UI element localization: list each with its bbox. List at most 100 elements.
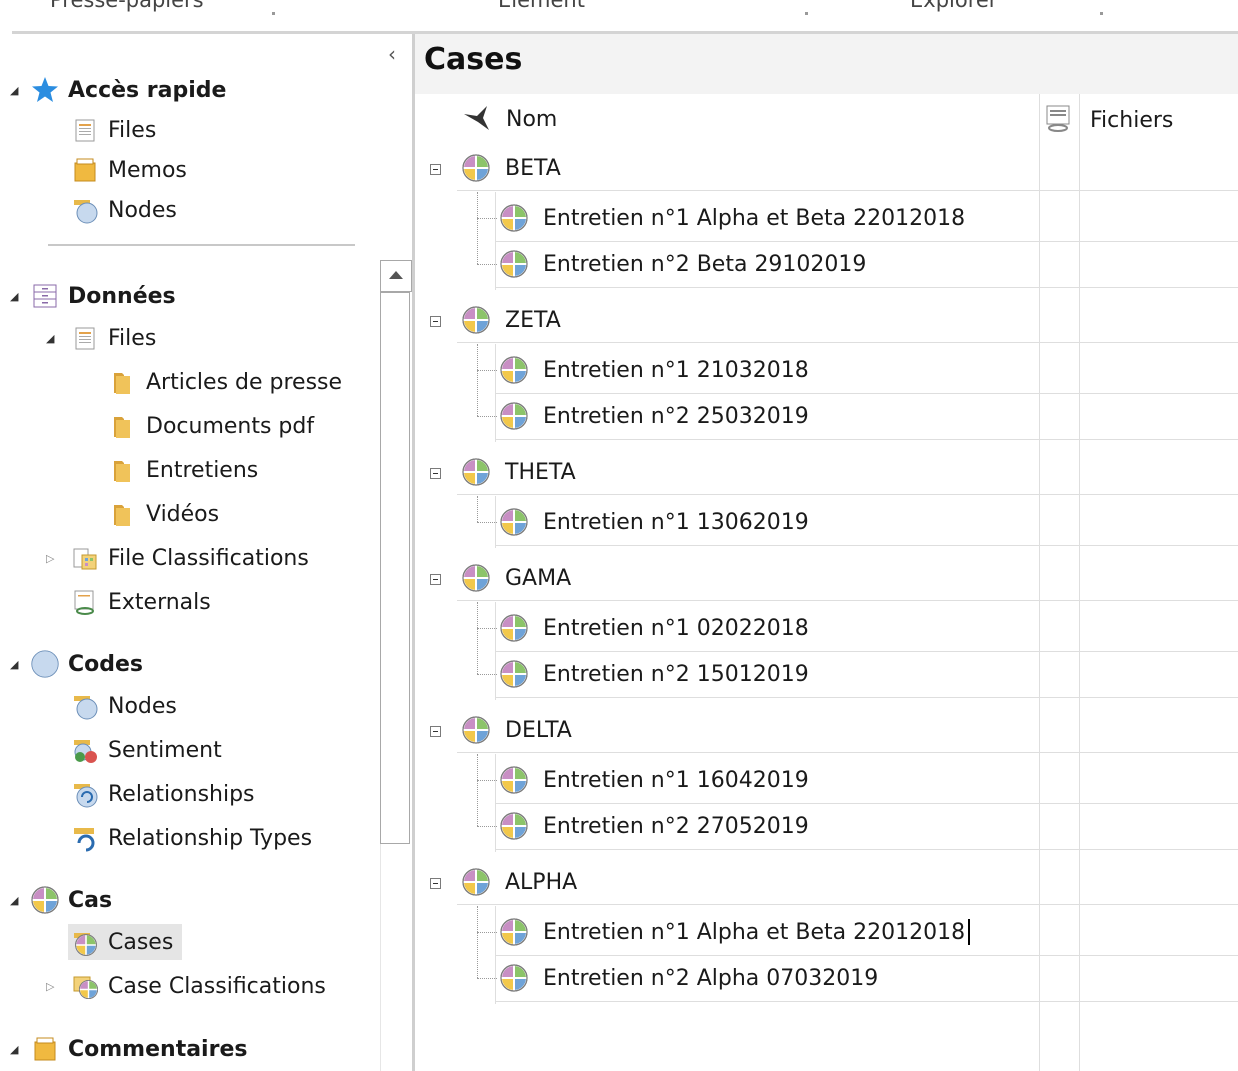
- child-case-row[interactable]: Entretien n°2 Alpha 07032019: [499, 958, 878, 998]
- collapse-toggle-icon[interactable]: [430, 726, 441, 737]
- nav-section-label: Cas: [68, 887, 113, 913]
- case-row[interactable]: ALPHA: [461, 862, 577, 902]
- child-case-row[interactable]: Entretien n°2 Beta 29102019: [499, 244, 866, 284]
- tree-connector: [477, 496, 478, 522]
- externals-icon: [70, 587, 100, 617]
- collapse-pane-button[interactable]: ‹: [388, 42, 396, 66]
- ribbon-group-item: Élément: [498, 0, 585, 12]
- file-classifications-icon: [70, 543, 100, 573]
- case-icon: [499, 811, 529, 841]
- case-icon: [499, 203, 529, 233]
- case-row[interactable]: THETA: [461, 452, 576, 492]
- nav-item-externals[interactable]: Externals: [70, 584, 211, 620]
- nav-item-label: Files: [108, 325, 157, 351]
- column-header-name[interactable]: Nom: [461, 102, 557, 138]
- nav-item-folder-videos[interactable]: Vidéos: [108, 496, 219, 532]
- child-case-name: Entretien n°2 Alpha 07032019: [543, 965, 879, 991]
- child-case-row[interactable]: Entretien n°1 Alpha et Beta 22012018: [499, 198, 965, 238]
- nodes-icon: [70, 195, 100, 225]
- case-icon: [30, 885, 60, 915]
- case-name: GAMA: [505, 565, 572, 591]
- text-caret: [968, 919, 971, 945]
- case-icon: [461, 153, 491, 183]
- child-case-row[interactable]: Entretien n°1 16042019: [499, 760, 809, 800]
- case-name: THETA: [505, 459, 576, 485]
- nav-section-comments[interactable]: ◢ Commentaires: [10, 1031, 247, 1067]
- expand-arrow-icon[interactable]: ◢: [10, 658, 24, 671]
- child-case-name[interactable]: Entretien n°1 Alpha et Beta 22012018: [543, 920, 965, 945]
- nav-section-codes[interactable]: ◢ Codes: [10, 646, 143, 682]
- folder-icon: [108, 411, 138, 441]
- collapse-toggle-icon[interactable]: [430, 316, 441, 327]
- collapsed-arrow-icon[interactable]: ▷: [46, 552, 60, 565]
- nav-item-folder-press[interactable]: Articles de presse: [108, 364, 342, 400]
- child-case-row[interactable]: Entretien n°1 02022018: [499, 608, 809, 648]
- nav-item-memos[interactable]: Memos: [70, 152, 187, 188]
- case-icon: [499, 249, 529, 279]
- child-case-row[interactable]: Entretien n°1 Alpha et Beta 22012018: [499, 912, 971, 952]
- collapse-toggle-icon[interactable]: [430, 468, 441, 479]
- tree-connector: [477, 416, 497, 417]
- row-gridline: [495, 697, 1238, 698]
- nav-item-cases[interactable]: Cases: [68, 924, 182, 960]
- column-header-files[interactable]: Fichiers: [1043, 102, 1173, 140]
- scroll-up-button[interactable]: [380, 260, 412, 292]
- child-case-row[interactable]: Entretien n°1 21032018: [499, 350, 809, 390]
- child-case-row[interactable]: Entretien n°2 25032019: [499, 396, 809, 436]
- nav-item-folder-interviews[interactable]: Entretiens: [108, 452, 258, 488]
- page-title: Cases: [424, 42, 523, 77]
- nav-item-files[interactable]: Files: [70, 112, 156, 148]
- row-gridline: [495, 287, 1238, 288]
- collapsed-arrow-icon[interactable]: ▷: [46, 980, 60, 993]
- nav-item-relationship-types[interactable]: Relationship Types: [70, 820, 312, 856]
- nav-item-folder-pdf[interactable]: Documents pdf: [108, 408, 314, 444]
- collapse-toggle-icon[interactable]: [430, 878, 441, 889]
- ribbon-launcher[interactable]: [1100, 12, 1103, 15]
- nav-section-quick-access[interactable]: ◢ Accès rapide: [10, 72, 226, 108]
- tree-connector: [477, 370, 497, 371]
- case-icon: [461, 715, 491, 745]
- child-case-row[interactable]: Entretien n°2 27052019: [499, 806, 809, 846]
- nav-item-label: Nodes: [108, 693, 177, 719]
- expand-arrow-icon[interactable]: ◢: [46, 332, 60, 345]
- collapse-toggle-icon[interactable]: [430, 574, 441, 585]
- case-icon: [461, 457, 491, 487]
- nav-item-file-classifications[interactable]: ▷ File Classifications: [46, 540, 309, 576]
- case-icon: [461, 867, 491, 897]
- nav-item-label: Entretiens: [146, 457, 259, 483]
- child-case-name: Entretien n°1 21032018: [543, 357, 809, 383]
- nav-item-nodes[interactable]: Nodes: [70, 192, 177, 228]
- star-icon: [30, 75, 60, 105]
- nav-section-label: Codes: [68, 651, 144, 677]
- ribbon-group-clipboard: Presse-papiers: [50, 0, 204, 12]
- case-row[interactable]: DELTA: [461, 710, 572, 750]
- tree-connector: [477, 264, 497, 265]
- nav-item-relationships[interactable]: Relationships: [70, 776, 255, 812]
- row-gridline: [457, 190, 1238, 191]
- case-row[interactable]: ZETA: [461, 300, 561, 340]
- tree-connector: [477, 826, 497, 827]
- expand-arrow-icon[interactable]: ◢: [10, 894, 24, 907]
- child-case-row[interactable]: Entretien n°2 15012019: [499, 654, 809, 694]
- collapse-toggle-icon[interactable]: [430, 164, 441, 175]
- case-row[interactable]: GAMA: [461, 558, 571, 598]
- nav-scrollbar-thumb[interactable]: [380, 292, 410, 844]
- expand-arrow-icon[interactable]: ◢: [10, 84, 24, 97]
- nav-section-cases[interactable]: ◢ Cas: [10, 882, 112, 918]
- nav-item-nodes-codes[interactable]: Nodes: [70, 688, 177, 724]
- child-case-name: Entretien n°2 Beta 29102019: [543, 251, 867, 277]
- nav-item-files-data[interactable]: ◢ Files: [46, 320, 156, 356]
- child-case-row[interactable]: Entretien n°1 13062019: [499, 502, 809, 542]
- row-border: [495, 496, 496, 548]
- nav-item-case-classifications[interactable]: ▷ Case Classifications: [46, 968, 326, 1004]
- nav-item-label: Cases: [108, 929, 174, 955]
- expand-arrow-icon[interactable]: ◢: [10, 290, 24, 303]
- nav-section-data[interactable]: ◢ Données: [10, 278, 176, 314]
- nav-item-sentiment[interactable]: Sentiment: [70, 732, 222, 768]
- expand-arrow-icon[interactable]: ◢: [10, 1043, 24, 1056]
- ribbon-launcher[interactable]: [805, 12, 808, 15]
- relationships-icon: [70, 779, 100, 809]
- case-row[interactable]: BETA: [461, 148, 561, 188]
- ribbon-launcher[interactable]: [272, 12, 275, 15]
- tree-connector: [477, 978, 497, 979]
